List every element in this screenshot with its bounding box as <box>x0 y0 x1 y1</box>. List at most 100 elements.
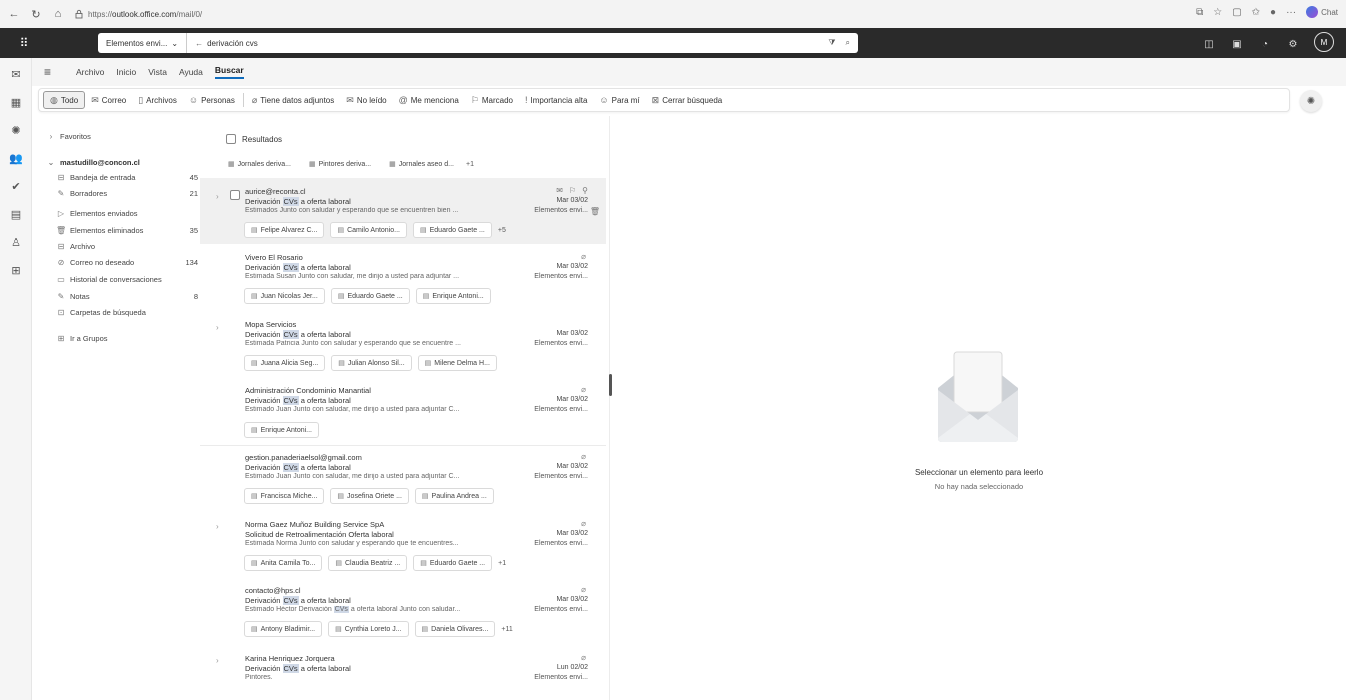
attachment-pill[interactable]: ▤ Antony Bladimir... <box>244 621 323 637</box>
more-attachments[interactable]: +1 <box>498 560 506 567</box>
copilot-button[interactable]: Chat <box>1306 6 1338 18</box>
attachment-pill[interactable]: ▤ Cynthia Loreto J... <box>328 621 409 637</box>
message-item[interactable]: Administración Condominio Manantial ⌀ De… <box>200 382 606 448</box>
mail-icon[interactable]: ✉ <box>0 60 32 88</box>
filter-people[interactable]: ☺ Personas <box>183 91 241 109</box>
folder-deleted[interactable]: 🗑 Elementos eliminados 35 <box>56 224 216 236</box>
more-attachments[interactable]: +5 <box>498 227 506 234</box>
favorites-header[interactable]: › Favoritos <box>46 130 206 142</box>
filter-unread[interactable]: ✉ No leído <box>340 91 392 109</box>
message-item[interactable]: Vivero El Rosario ⌀ Derivación CVs a ofe… <box>200 249 606 315</box>
settings-gear-icon[interactable]: ⚙ <box>1286 37 1300 51</box>
favorite-star-icon[interactable]: ☆ <box>1213 7 1222 18</box>
split-screen-icon[interactable]: ⧉ <box>1196 7 1203 18</box>
attachment-pill[interactable]: ▤ Francisca Miche... <box>244 488 325 504</box>
attachment-pill[interactable]: ▦ Pintores deriva... <box>302 156 378 172</box>
tab-archivo[interactable]: Archivo <box>76 67 104 77</box>
people-icon[interactable]: 👥 <box>0 144 32 172</box>
todo-icon[interactable]: ✔ <box>0 172 32 200</box>
tab-inicio[interactable]: Inicio <box>116 67 136 77</box>
profile-icon[interactable]: ● <box>1270 7 1276 18</box>
folder-sent[interactable]: ▷ Elementos enviados <box>56 207 216 219</box>
my-day-icon[interactable]: ▣ <box>1230 37 1244 51</box>
filter-has-attachments[interactable]: ⌀ Tiene datos adjuntos <box>246 91 340 109</box>
message-item[interactable]: › Karina Henriquez Jorquera ⌀ Derivación… <box>200 650 606 700</box>
message-checkbox[interactable] <box>230 190 240 200</box>
attachment-pill[interactable]: ▤ Milene Delma H... <box>417 355 497 371</box>
attachment-pill[interactable]: ▤ Eduardo Gaete ... <box>413 555 493 571</box>
search-icon[interactable]: ⌕ <box>846 38 850 48</box>
favorites-icon[interactable]: ✩ <box>1252 7 1260 18</box>
chevron-right-icon[interactable]: › <box>216 522 219 531</box>
tab-vista[interactable]: Vista <box>148 67 167 77</box>
message-item[interactable]: › Mopa Servicios Derivación CVs a oferta… <box>200 316 606 382</box>
attachment-pill[interactable]: ▤ Claudia Beatriz ... <box>328 555 408 571</box>
attachment-pill[interactable]: ▤ Anita Camila To... <box>244 555 323 571</box>
filter-high-importance[interactable]: ! Importancia alta <box>519 91 593 109</box>
filter-files[interactable]: ▯ Archivos <box>132 91 183 109</box>
org-explorer-icon[interactable]: ♙ <box>0 228 32 256</box>
filter-icon[interactable]: ⧩ <box>828 38 835 48</box>
copilot-rail-icon[interactable]: ✺ <box>0 116 32 144</box>
folder-archive[interactable]: ⊟ Archivo <box>56 240 216 252</box>
attachment-pill[interactable]: ▤ Juana Alicia Seg... <box>244 355 326 371</box>
teams-icon[interactable]: ◫ <box>1202 37 1216 51</box>
attachment-pill[interactable]: ▤ Enrique Antoni... <box>415 288 491 304</box>
filter-all[interactable]: ◍ Todo <box>43 91 86 109</box>
attachment-pill[interactable]: ▤ Juan Nicolas Jer... <box>244 288 325 304</box>
more-options-icon[interactable]: ··· <box>1286 7 1296 18</box>
home-icon[interactable]: ⌂ <box>50 6 66 22</box>
attachment-pill[interactable]: ▤ Josefina Oriete ... <box>330 488 409 504</box>
chevron-right-icon[interactable]: › <box>216 192 219 201</box>
attachment-pill[interactable]: ▤ Eduardo Gaete ... <box>330 288 410 304</box>
search-scope-dropdown[interactable]: Elementos envi... ⌄ <box>98 33 188 53</box>
account-header[interactable]: ⌄ mastudillo@concon.cl <box>46 156 206 168</box>
calendar-icon[interactable]: ▦ <box>0 88 32 116</box>
filter-mentions[interactable]: @ Me menciona <box>393 91 465 109</box>
attachment-pill[interactable]: ▤ Julian Alonso Sil... <box>331 355 412 371</box>
chevron-right-icon[interactable]: › <box>216 656 219 665</box>
more-attachments[interactable]: +11 <box>501 626 512 633</box>
back-icon[interactable]: ← <box>6 6 22 22</box>
attachment-pill[interactable]: ▤ Eduardo Gaete ... <box>412 222 492 238</box>
message-item[interactable]: gestion.panaderiaelsol@gmail.com ⌀ Deriv… <box>200 449 606 515</box>
filter-mail[interactable]: ✉ Correo <box>85 91 132 109</box>
attachment-pill[interactable]: ▤ Enrique Antoni... <box>244 422 319 438</box>
flag-icon[interactable]: ⚐ <box>569 186 576 195</box>
tab-icon[interactable]: ▢ <box>1232 7 1241 18</box>
folder-notes[interactable]: ✎ Notas 8 <box>56 290 216 302</box>
chevron-right-icon[interactable]: › <box>216 323 219 332</box>
apps-icon[interactable]: ⊞ <box>0 256 32 284</box>
notifications-icon[interactable]: ◔ <box>1258 37 1272 51</box>
search-box[interactable]: Elementos envi... ⌄ ← derivación cvs ⧩ ⌕ <box>98 33 858 53</box>
folder-drafts[interactable]: ✎ Borradores 21 <box>56 187 216 199</box>
app-launcher-icon[interactable]: ⠿ <box>0 28 48 58</box>
address-bar[interactable]: https://outlook.office.com/mail/0/ <box>74 5 244 23</box>
hamburger-menu-icon[interactable]: ≡ <box>44 65 64 79</box>
message-item[interactable]: contacto@hps.cl ⌀ Derivación CVs a ofert… <box>200 582 606 648</box>
filter-flagged[interactable]: ⚐ Marcado <box>465 91 519 109</box>
attachment-pill[interactable]: ▦ Jornales aseo d... <box>383 156 460 172</box>
tab-buscar[interactable]: Buscar <box>214 65 244 79</box>
attachment-pill[interactable]: ▤ Camilo Antonio... <box>330 222 407 238</box>
copilot-settings-icon[interactable]: ✺ <box>1300 90 1322 112</box>
attachment-pill[interactable]: ▤ Felipe Alvarez C... <box>244 222 325 238</box>
more-attachments[interactable]: +1 <box>466 161 474 168</box>
onedrive-icon[interactable]: ▤ <box>0 200 32 228</box>
attachment-pill[interactable]: ▤ Daniela Olivares... <box>414 621 496 637</box>
folder-inbox[interactable]: ⊟ Bandeja de entrada 45 <box>56 171 216 183</box>
back-arrow-icon[interactable]: ← <box>195 39 203 48</box>
attachment-pill[interactable]: ▤ Paulina Andrea ... <box>414 488 494 504</box>
message-item[interactable]: › aurice@reconta.cl ✉ ⚐ ⚲ Derivación CVs a… <box>200 178 606 244</box>
search-input[interactable]: ← derivación cvs <box>187 39 828 48</box>
folder-search-folders[interactable]: ⊡ Carpetas de búsqueda <box>56 306 216 318</box>
attachment-pill[interactable]: ▦ Jornales deriva... <box>222 156 297 172</box>
select-all-checkbox[interactable] <box>226 134 236 144</box>
delete-icon[interactable]: 🗑 <box>590 207 600 216</box>
filter-to-me[interactable]: ☺ Para mí <box>593 91 645 109</box>
go-to-groups-link[interactable]: ⊞ Ir a Grupos <box>56 332 216 344</box>
folder-history[interactable]: ▭ Historial de conversaciones <box>56 273 216 285</box>
message-item[interactable]: › Norma Gaez Muñoz Building Service SpA … <box>200 516 606 582</box>
refresh-icon[interactable]: ↻ <box>28 6 44 22</box>
mark-read-icon[interactable]: ✉ <box>556 186 563 195</box>
